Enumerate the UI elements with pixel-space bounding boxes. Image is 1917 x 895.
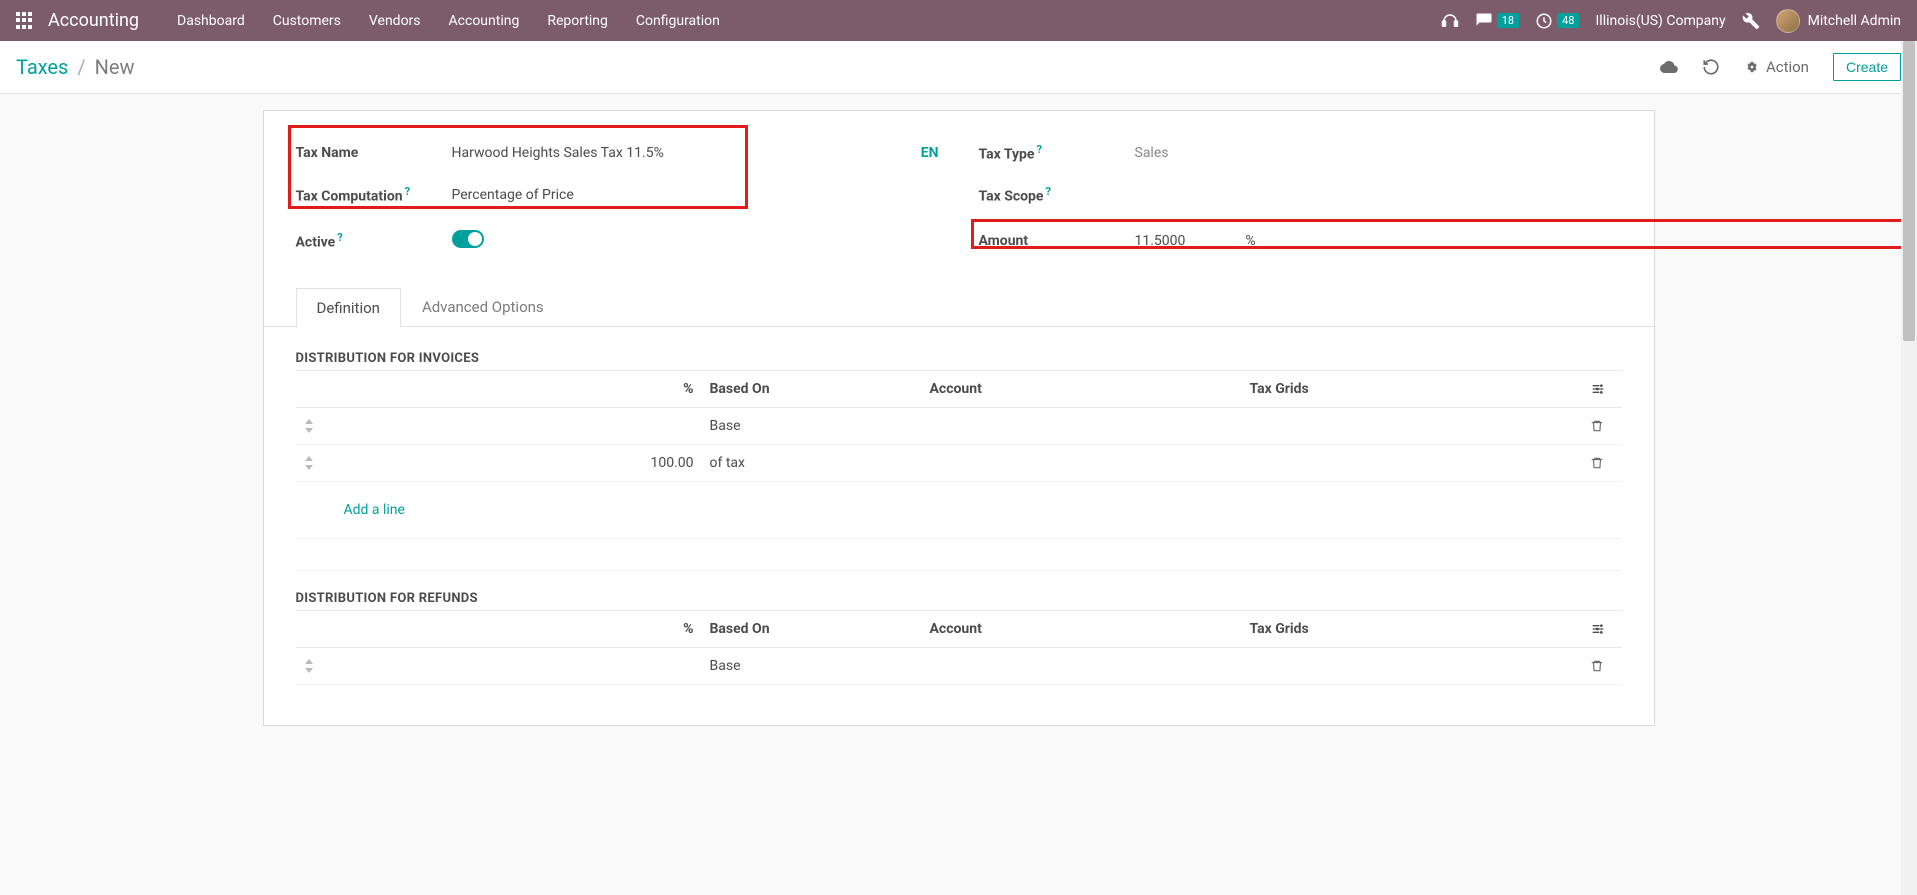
table-row[interactable]: Base <box>296 408 1622 445</box>
breadcrumb-sep: / <box>77 55 85 79</box>
cell-based[interactable]: of tax <box>702 445 922 482</box>
user-menu[interactable]: Mitchell Admin <box>1776 9 1901 33</box>
tax-name-label: Tax Name <box>296 145 452 161</box>
delete-row-icon[interactable] <box>1582 408 1622 445</box>
tab-advanced[interactable]: Advanced Options <box>401 287 565 326</box>
cell-grids[interactable] <box>1242 445 1582 482</box>
help-icon[interactable]: ? <box>405 185 410 198</box>
cell-based[interactable]: Base <box>702 408 922 445</box>
add-line-row: Add a line <box>296 482 1622 539</box>
invoices-section: DISTRIBUTION FOR INVOICES % Based On Acc… <box>264 327 1654 571</box>
th-account: Account <box>922 611 1242 648</box>
nav-accounting[interactable]: Accounting <box>435 0 534 41</box>
avatar <box>1776 9 1800 33</box>
cell-pct[interactable] <box>322 648 702 685</box>
create-button[interactable]: Create <box>1833 53 1901 81</box>
app-brand[interactable]: Accounting <box>48 10 139 31</box>
delete-row-icon[interactable] <box>1582 648 1622 685</box>
lang-button[interactable]: EN <box>921 145 939 161</box>
action-dropdown[interactable]: Action <box>1744 58 1809 76</box>
user-name: Mitchell Admin <box>1808 13 1901 29</box>
nav-vendors[interactable]: Vendors <box>355 0 435 41</box>
activity-icon[interactable]: 48 <box>1535 12 1579 30</box>
cell-pct[interactable] <box>322 408 702 445</box>
th-options[interactable] <box>1582 611 1622 648</box>
control-bar: Taxes / New Action Create <box>0 41 1917 94</box>
cloud-icon[interactable] <box>1660 58 1678 76</box>
th-grids: Tax Grids <box>1242 371 1582 408</box>
drag-handle-icon[interactable] <box>296 648 322 685</box>
th-account: Account <box>922 371 1242 408</box>
refunds-section: DISTRIBUTION FOR REFUNDS % Based On Acco… <box>264 571 1654 685</box>
discuss-icon[interactable]: 18 <box>1475 12 1519 30</box>
help-icon[interactable]: ? <box>1037 143 1042 156</box>
debug-icon[interactable] <box>1742 12 1760 30</box>
apps-icon[interactable] <box>16 12 34 30</box>
invoices-title: DISTRIBUTION FOR INVOICES <box>296 351 1622 371</box>
topbar: Accounting Dashboard Customers Vendors A… <box>0 0 1917 41</box>
cell-account[interactable] <box>922 408 1242 445</box>
breadcrumb: Taxes / New <box>16 55 134 79</box>
discuss-badge: 18 <box>1497 13 1519 28</box>
breadcrumb-root[interactable]: Taxes <box>16 55 68 79</box>
nav-configuration[interactable]: Configuration <box>622 0 734 41</box>
amount-label: Amount <box>979 233 1135 249</box>
tax-type-value[interactable]: Sales <box>1135 145 1622 161</box>
th-pct: % <box>322 611 702 648</box>
tax-scope-label: Tax Scope? <box>979 185 1135 205</box>
amount-value[interactable]: 11.5000 % <box>1135 233 1622 249</box>
undo-icon[interactable] <box>1702 58 1720 76</box>
cell-grids[interactable] <box>1242 408 1582 445</box>
breadcrumb-current: New <box>95 55 135 79</box>
drag-handle-icon[interactable] <box>296 408 322 445</box>
th-pct: % <box>322 371 702 408</box>
form-right-col: Tax Type? Sales Tax Scope? Am <box>979 135 1622 265</box>
th-based: Based On <box>702 611 922 648</box>
table-row[interactable]: Base <box>296 648 1622 685</box>
active-toggle[interactable] <box>452 230 484 248</box>
cell-grids[interactable] <box>1242 648 1582 685</box>
cell-account[interactable] <box>922 648 1242 685</box>
tax-comp-label: Tax Computation? <box>296 185 452 205</box>
refunds-table: % Based On Account Tax Grids <box>296 611 1622 685</box>
company-switcher[interactable]: Illinois(US) Company <box>1595 13 1725 29</box>
form-left-col: Tax Name Harwood Heights Sales Tax 11.5%… <box>296 135 939 265</box>
topbar-right: 18 48 Illinois(US) Company Mitchell Admi… <box>1441 9 1901 33</box>
tax-name-value[interactable]: Harwood Heights Sales Tax 11.5% <box>452 145 909 161</box>
th-based: Based On <box>702 371 922 408</box>
amount-unit: % <box>1245 233 1255 249</box>
th-options[interactable] <box>1582 371 1622 408</box>
nav-dashboard[interactable]: Dashboard <box>163 0 259 41</box>
action-label: Action <box>1766 58 1809 76</box>
help-icon[interactable]: ? <box>1046 185 1051 198</box>
scrollbar-thumb[interactable] <box>1903 41 1915 341</box>
nav-customers[interactable]: Customers <box>259 0 355 41</box>
active-label: Active? <box>296 231 452 251</box>
refunds-title: DISTRIBUTION FOR REFUNDS <box>296 591 1622 611</box>
invoices-table: % Based On Account Tax Grids <box>296 371 1622 571</box>
support-icon[interactable] <box>1441 12 1459 30</box>
add-line-link[interactable]: Add a line <box>304 492 1614 528</box>
cell-pct[interactable]: 100.00 <box>322 445 702 482</box>
help-icon[interactable]: ? <box>337 231 342 244</box>
nav-menu: Dashboard Customers Vendors Accounting R… <box>163 0 734 41</box>
form-sheet: Tax Name Harwood Heights Sales Tax 11.5%… <box>263 110 1655 726</box>
activity-badge: 48 <box>1557 13 1579 28</box>
tabs: Definition Advanced Options <box>264 287 1654 327</box>
th-grids: Tax Grids <box>1242 611 1582 648</box>
scrollbar[interactable] <box>1901 41 1917 895</box>
cell-based[interactable]: Base <box>702 648 922 685</box>
nav-reporting[interactable]: Reporting <box>533 0 622 41</box>
delete-row-icon[interactable] <box>1582 445 1622 482</box>
cell-account[interactable] <box>922 445 1242 482</box>
tab-definition[interactable]: Definition <box>296 288 401 327</box>
tax-type-label: Tax Type? <box>979 143 1135 163</box>
tax-comp-value[interactable]: Percentage of Price <box>452 187 939 203</box>
drag-handle-icon[interactable] <box>296 445 322 482</box>
table-row[interactable]: 100.00 of tax <box>296 445 1622 482</box>
